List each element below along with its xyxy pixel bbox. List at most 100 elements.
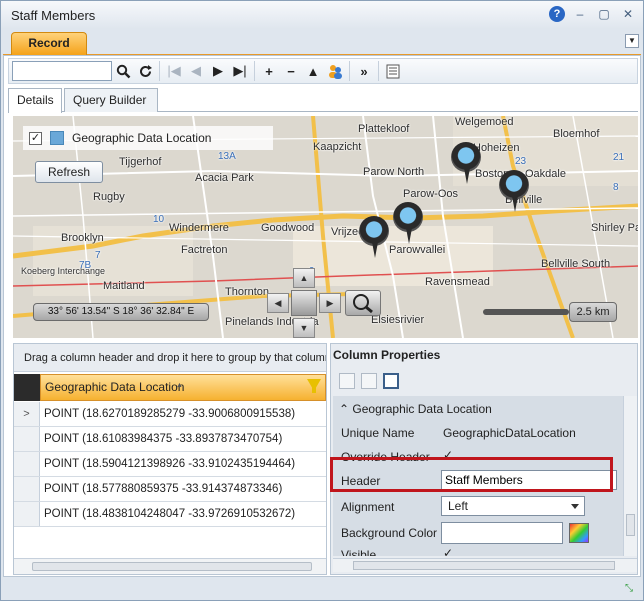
map-label: Goodwood [261,222,315,234]
map-label: Tijgerhof [119,156,162,168]
cell[interactable]: POINT (18.6270189285279 -33.900680091553… [40,402,326,426]
unique-name-value: GeographicDataLocation [443,426,576,440]
tab-dropdown-icon[interactable]: ▼ [625,34,639,48]
previous-icon[interactable]: ◀ [185,60,207,82]
window-title: Staff Members [11,8,96,23]
tab-record[interactable]: Record [11,32,87,55]
pan-right-icon[interactable]: ▶ [319,293,341,313]
route-label: 7 [95,250,101,261]
cell[interactable]: POINT (18.577880859375 -33.914374873346) [40,477,326,501]
search-icon[interactable] [112,60,134,82]
properties-toolbar [331,368,637,394]
scrollbar-thumb[interactable] [353,561,615,570]
next-icon[interactable]: ▶ [207,60,229,82]
map-label: Welgemoed [455,116,514,128]
cell[interactable]: POINT (18.61083984375 -33.8937873470754) [40,427,326,451]
map-label: Parow-Oos [403,188,459,200]
pan-left-icon[interactable]: ◀ [267,293,289,313]
alignment-select[interactable]: Left [441,496,585,516]
grid-header: ▲ Geographic Data Location [14,374,326,401]
minimize-icon[interactable]: – [571,6,589,22]
route-label: 7B [79,260,92,271]
help-icon[interactable]: ? [549,6,565,22]
up-icon[interactable]: ▲ [302,60,324,82]
search-input[interactable] [12,61,112,81]
scrollbar-thumb[interactable] [626,514,635,536]
map-pin-icon[interactable] [499,170,529,214]
zoom-icon[interactable] [345,290,381,316]
property-label: Visible [341,548,377,556]
visible-checkbox[interactable]: ✓ [443,546,453,556]
legend-checkbox[interactable]: ✓ [29,131,42,145]
tab-details[interactable]: Details [8,88,62,113]
cell[interactable]: POINT (18.4838104248047 -33.972691053267… [40,502,326,526]
restore-icon[interactable]: ▢ [595,6,613,22]
column-header-geographic-data-location[interactable]: ▲ Geographic Data Location [40,374,326,401]
route-label: 23 [515,156,527,167]
cell[interactable]: POINT (18.5904121398926 -33.910243519446… [40,452,326,476]
table-row[interactable]: > POINT (18.6270189285279 -33.9006800915… [14,402,326,427]
sort-icon: ▲ [176,382,183,389]
map-label: Kaapzicht [313,141,362,153]
map-label: Koeberg Interchange [21,266,106,276]
properties-vertical-scrollbar[interactable] [623,396,637,556]
grid-horizontal-scrollbar[interactable] [14,558,326,574]
pan-center[interactable] [291,290,317,316]
toolbar-separator [159,61,160,81]
refresh-icon[interactable] [134,60,156,82]
copy-icon[interactable] [339,373,355,389]
more-icon[interactable]: » [353,60,375,82]
legend-swatch [50,131,64,145]
users-icon[interactable] [324,60,346,82]
filter-icon[interactable] [307,379,321,393]
pan-down-icon[interactable]: ▼ [293,318,315,338]
group-panel[interactable]: Drag a column header and drop it here to… [14,344,326,372]
pan-control: ▲ ◀ ▶ ▼ [265,266,341,338]
properties-horizontal-scrollbar[interactable] [333,558,637,572]
property-section[interactable]: ⌃ Geographic Data Location [339,402,492,416]
grid-rows: > POINT (18.6270189285279 -33.9006800915… [14,402,326,527]
map-pin-icon[interactable] [393,202,423,246]
window-icon[interactable] [383,373,399,389]
route-label: 10 [153,214,165,225]
row-indicator [14,502,40,526]
legend-label: Geographic Data Location [72,131,212,145]
scrollbar-thumb[interactable] [32,562,312,571]
map-label: Brooklyn [61,232,104,244]
map-label: Parow North [363,166,425,178]
table-row[interactable]: POINT (18.4838104248047 -33.972691053267… [14,502,326,527]
resize-icon[interactable]: ⤡ [625,583,637,595]
row-indicator [14,427,40,451]
row-indicator [14,452,40,476]
map-view[interactable]: Plattekloof Welgemoed Bloemhof Kaapzicht… [13,116,638,338]
add-icon[interactable]: + [258,60,280,82]
table-row[interactable]: POINT (18.5904121398926 -33.910243519446… [14,452,326,477]
staff-members-window: Staff Members ? – ▢ ✕ Record ▼ |◀ ◀ ▶ ▶| [0,0,644,601]
map-label: Bellville South [541,258,611,270]
table-row[interactable]: POINT (18.577880859375 -33.914374873346) [14,477,326,502]
status-bar: ⤡ [1,579,643,600]
pan-up-icon[interactable]: ▲ [293,268,315,288]
close-icon[interactable]: ✕ [619,6,637,22]
find-icon[interactable] [361,373,377,389]
map-pin-icon[interactable] [359,216,389,260]
color-picker-icon[interactable] [569,523,589,543]
last-icon[interactable]: ▶| [229,60,251,82]
tab-query-builder[interactable]: Query Builder [64,88,158,112]
chevron-down-icon [571,504,579,509]
form-icon[interactable] [382,60,404,82]
background-color-input[interactable] [441,522,563,544]
property-label: Alignment [341,500,395,514]
alignment-value: Left [448,499,469,513]
refresh-button[interactable]: Refresh [35,161,103,183]
map-label: Plattekloof [358,123,410,135]
map-pin-icon[interactable] [451,142,481,186]
header-highlight-box [330,457,613,492]
first-icon[interactable]: |◀ [163,60,185,82]
data-grid: Drag a column header and drop it here to… [13,343,327,575]
row-indicator [14,477,40,501]
toolbar-separator [254,61,255,81]
table-row[interactable]: POINT (18.61083984375 -33.8937873470754) [14,427,326,452]
remove-icon[interactable]: − [280,60,302,82]
map-label: Factreton [181,244,228,256]
